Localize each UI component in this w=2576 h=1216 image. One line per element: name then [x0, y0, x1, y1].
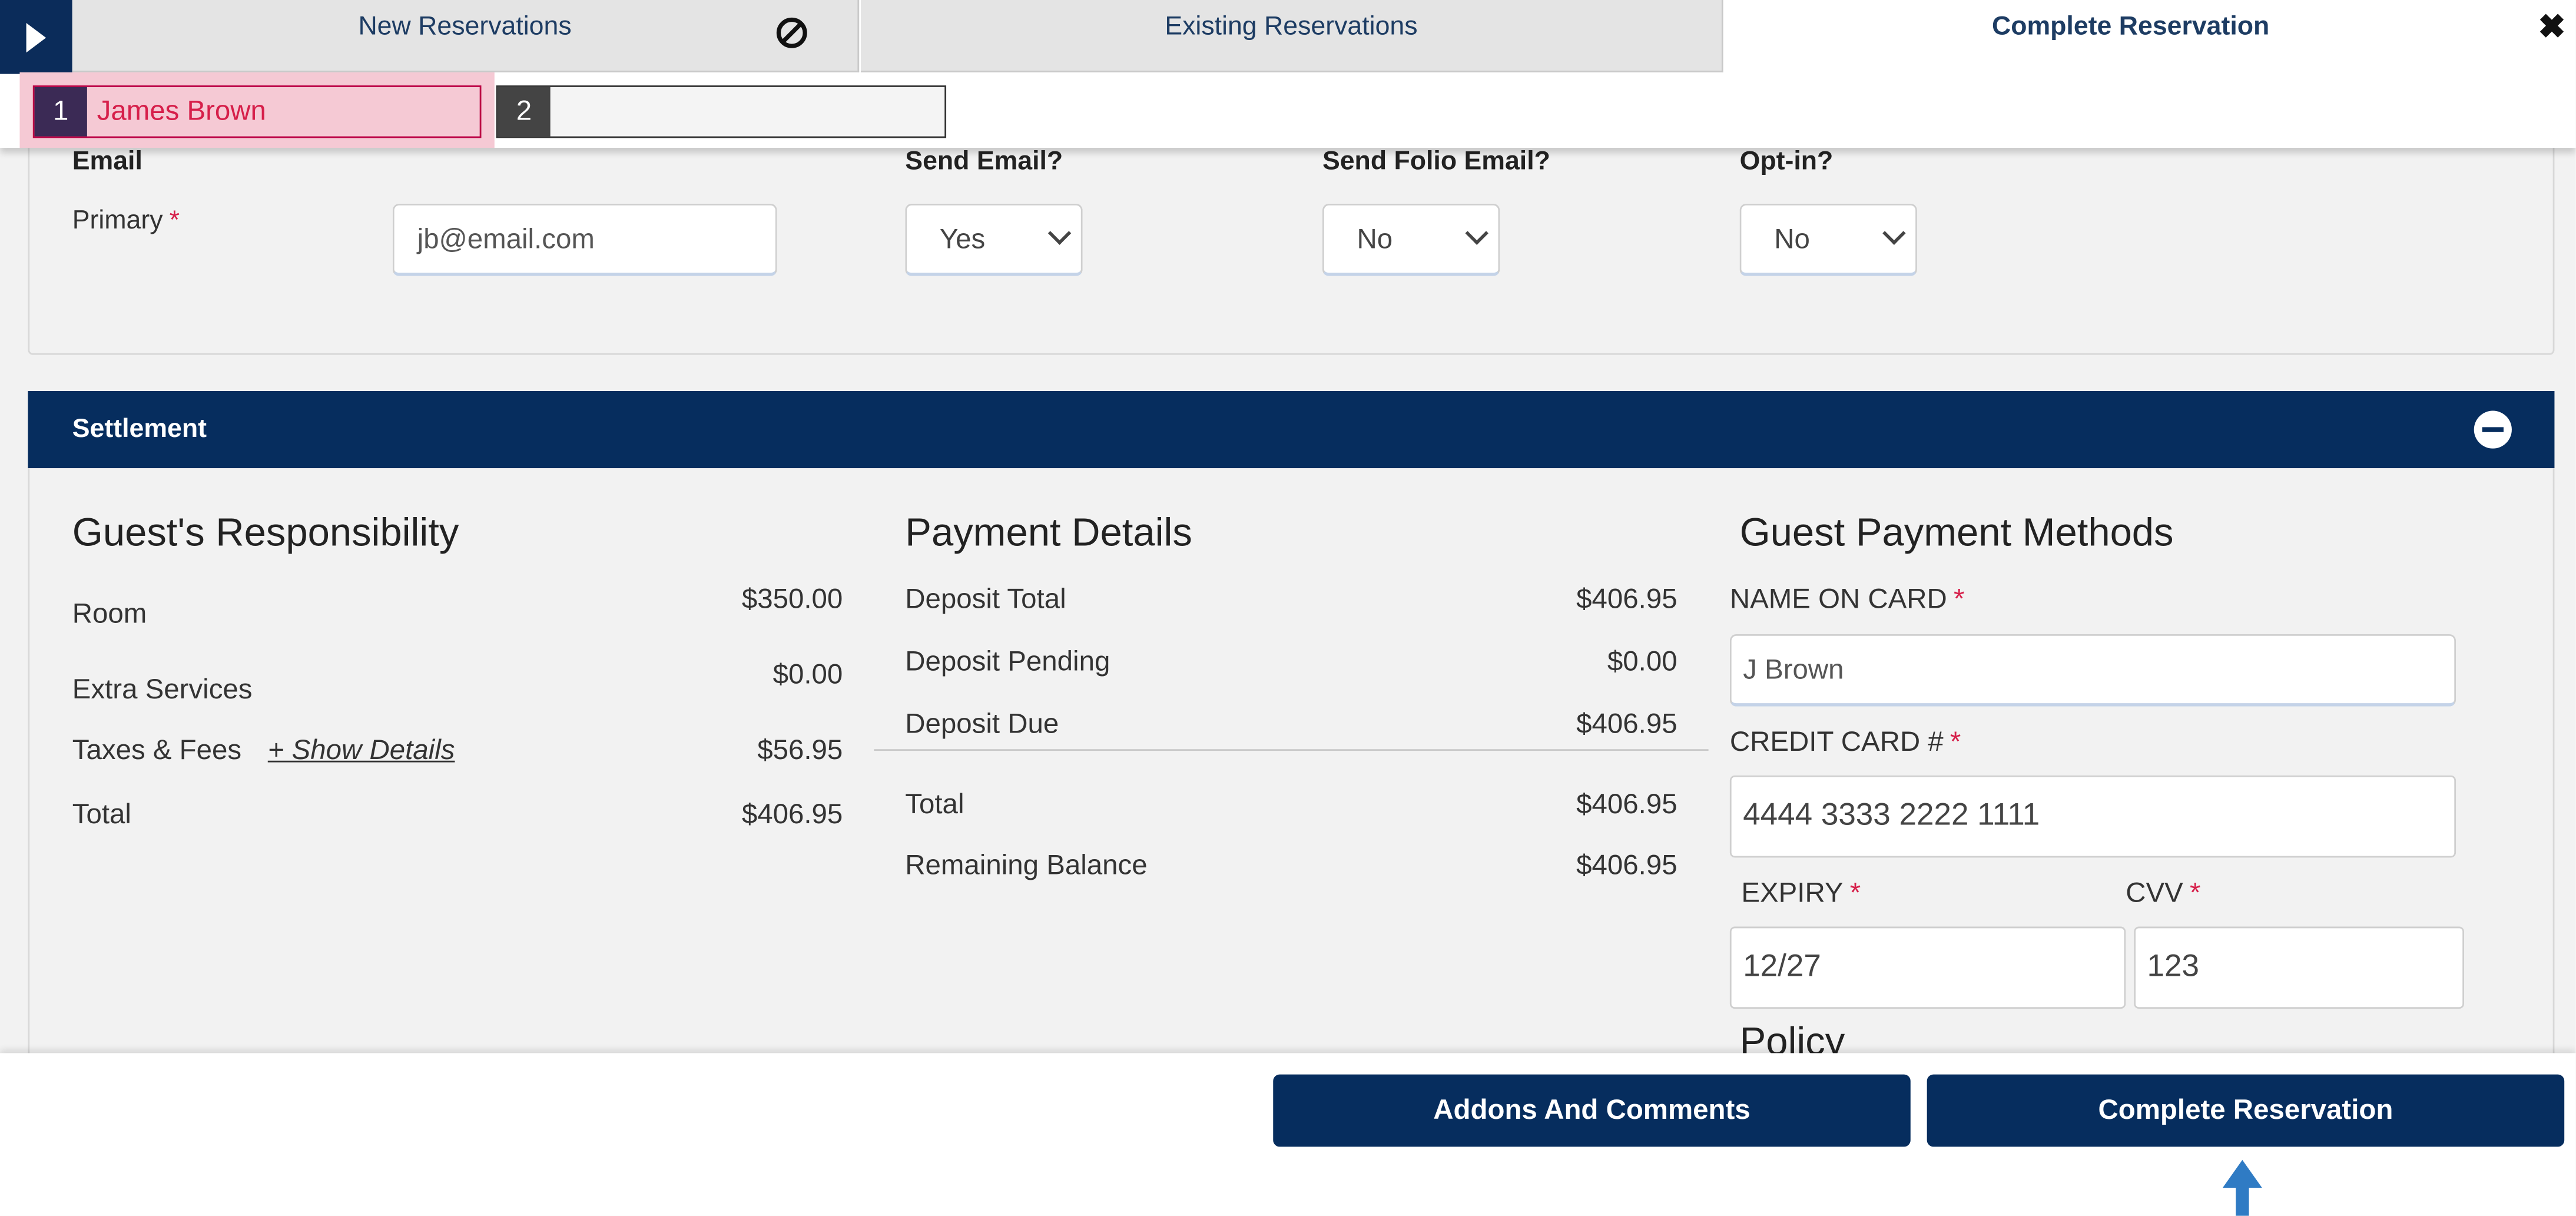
payment-total-value: $406.95 [1576, 788, 1677, 820]
guest-responsibility-title: Guest's Responsibility [72, 511, 459, 556]
primary-email-label-text: Primary [72, 207, 163, 235]
optin-select[interactable]: No [1739, 203, 1917, 276]
send-folio-email-value: No [1357, 223, 1393, 254]
credit-card-label-text: CREDIT CARD # [1729, 726, 1944, 758]
required-mark: * [169, 207, 180, 235]
chevron-down-icon [1882, 221, 1906, 245]
guest-tab-1-inner: 1 James Brown [32, 85, 482, 138]
send-folio-email-select[interactable]: No [1322, 203, 1500, 276]
arrow-up-icon [2222, 1159, 2262, 1216]
guest-tab-1[interactable]: 1 James Brown [19, 72, 495, 148]
collapse-minus-icon[interactable] [2474, 410, 2512, 449]
name-on-card-input[interactable]: J Brown [1729, 634, 2456, 707]
send-email-select[interactable]: Yes [905, 203, 1083, 276]
extra-services-value: $0.00 [773, 658, 843, 690]
room-value: $350.00 [741, 583, 843, 615]
settlement-title: Settlement [72, 415, 207, 443]
remaining-balance-value: $406.95 [1576, 849, 1677, 881]
complete-reservation-button[interactable]: Complete Reservation [1927, 1074, 2565, 1147]
primary-email-input[interactable]: jb@email.com [392, 203, 777, 276]
top-tab-bar: New Reservations Existing Reservations C… [0, 0, 2576, 148]
close-icon[interactable]: ✖ [2538, 6, 2566, 48]
expiry-input[interactable]: 12/27 [1729, 926, 2126, 1009]
name-on-card-label: NAME ON CARD * [1730, 583, 1965, 616]
primary-email-label: Primary * [72, 207, 180, 237]
responsibility-total-value: $406.95 [741, 798, 843, 830]
expiry-label-text: EXPIRY [1741, 877, 1844, 909]
taxes-fees-value: $56.95 [757, 734, 843, 766]
guest-number: 2 [498, 87, 551, 137]
guest-name [551, 87, 945, 137]
cvv-label: CVV * [2126, 877, 2200, 910]
required-mark: * [2189, 877, 2201, 909]
deposit-pending-value: $0.00 [1607, 645, 1677, 677]
optin-value: No [1774, 223, 1810, 254]
app-stage: Email Primary * jb@email.com Send Email? … [0, 0, 2576, 1216]
settlement-header[interactable]: Settlement [28, 391, 2555, 469]
deposit-due-value: $406.95 [1576, 708, 1677, 740]
deposit-total-label: Deposit Total [905, 583, 1066, 615]
optin-label: Opt-in? [1739, 148, 1834, 176]
sidebar-toggle-button[interactable] [0, 0, 72, 74]
required-mark: * [1953, 583, 1965, 615]
cvv-input[interactable]: 123 [2134, 926, 2464, 1009]
chevron-down-icon [1047, 221, 1072, 245]
send-email-label: Send Email? [905, 148, 1063, 176]
send-email-value: Yes [939, 223, 986, 254]
payment-total-label: Total [905, 788, 964, 820]
responsibility-total-label: Total [72, 798, 131, 830]
remaining-balance-label: Remaining Balance [905, 849, 1148, 881]
guest-tab-2[interactable]: 2 [496, 85, 947, 138]
chevron-down-icon [1465, 221, 1488, 245]
payment-details-title: Payment Details [905, 511, 1192, 556]
credit-card-label: CREDIT CARD # * [1730, 726, 1961, 759]
name-on-card-label-text: NAME ON CARD [1729, 583, 1947, 615]
send-folio-email-label: Send Folio Email? [1322, 148, 1550, 176]
ban-icon[interactable] [775, 16, 808, 49]
tab-complete-reservation[interactable]: Complete Reservation [1723, 0, 2538, 72]
payment-methods-title: Guest Payment Methods [1739, 511, 2174, 556]
extra-services-label: Extra Services [72, 673, 253, 705]
addons-and-comments-button[interactable]: Addons And Comments [1273, 1074, 1911, 1147]
expiry-label: EXPIRY * [1741, 877, 1861, 910]
cvv-label-text: CVV [2126, 877, 2183, 909]
show-details-link[interactable]: + Show Details [268, 734, 455, 767]
deposit-pending-label: Deposit Pending [905, 645, 1110, 677]
deposit-total-value: $406.95 [1576, 583, 1677, 615]
email-section-label: Email [72, 148, 142, 176]
guest-number: 1 [34, 87, 87, 137]
guest-name: James Brown [97, 95, 266, 127]
taxes-fees-label: Taxes & Fees [72, 734, 242, 766]
required-mark: * [1849, 877, 1861, 909]
credit-card-input[interactable]: 4444 3333 2222 1111 [1729, 775, 2456, 858]
payment-divider [874, 749, 1709, 751]
tab-existing-reservations[interactable]: Existing Reservations [860, 0, 1723, 72]
deposit-due-label: Deposit Due [905, 708, 1059, 740]
bottom-action-bar: Addons And Comments Complete Reservation [0, 1053, 2576, 1216]
tab-new-reservations[interactable]: New Reservations [72, 0, 860, 72]
required-mark: * [1950, 726, 1961, 758]
room-label: Room [72, 598, 147, 629]
play-arrow-icon [26, 22, 47, 52]
